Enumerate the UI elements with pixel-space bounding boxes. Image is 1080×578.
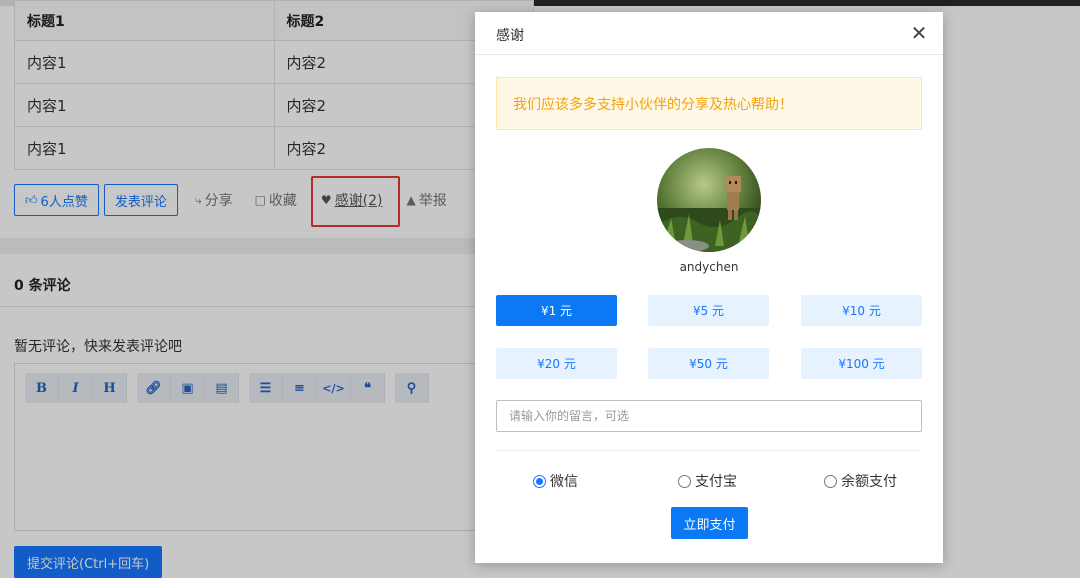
payment-divider	[496, 450, 922, 451]
amount-option-50[interactable]: ¥50 元	[648, 348, 769, 379]
amount-option-1[interactable]: ¥1 元	[496, 295, 617, 326]
payment-methods: 微信 支付宝 余额支付	[475, 471, 943, 491]
notice-banner: 我们应该多多支持小伙伴的分享及热心帮助！	[496, 77, 922, 130]
radio-icon[interactable]	[824, 474, 837, 488]
avatar	[657, 148, 761, 252]
payment-option-alipay[interactable]: 支付宝	[678, 471, 737, 491]
close-icon[interactable]: ✕	[909, 23, 929, 43]
radio-icon[interactable]	[678, 474, 691, 488]
author-username: andychen	[679, 260, 739, 274]
modal-header: 感谢 ✕	[475, 12, 943, 55]
amount-option-10[interactable]: ¥10 元	[801, 295, 922, 326]
amount-option-5[interactable]: ¥5 元	[648, 295, 769, 326]
radio-checked-icon[interactable]	[533, 474, 546, 488]
payment-label: 支付宝	[695, 474, 737, 490]
payment-option-balance[interactable]: 余额支付	[824, 471, 897, 491]
message-input[interactable]	[496, 400, 922, 432]
amount-option-100[interactable]: ¥100 元	[801, 348, 922, 379]
thanks-modal: 感谢 ✕ 我们应该多多支持小伙伴的分享及热心帮助！ andychen ¥1 元 …	[475, 12, 943, 563]
payment-option-wechat[interactable]: 微信	[533, 471, 578, 491]
payment-label: 微信	[550, 474, 578, 490]
modal-title: 感谢	[496, 28, 524, 44]
payment-label: 余额支付	[841, 474, 897, 490]
pay-now-button[interactable]: 立即支付	[671, 507, 748, 539]
amount-option-20[interactable]: ¥20 元	[496, 348, 617, 379]
